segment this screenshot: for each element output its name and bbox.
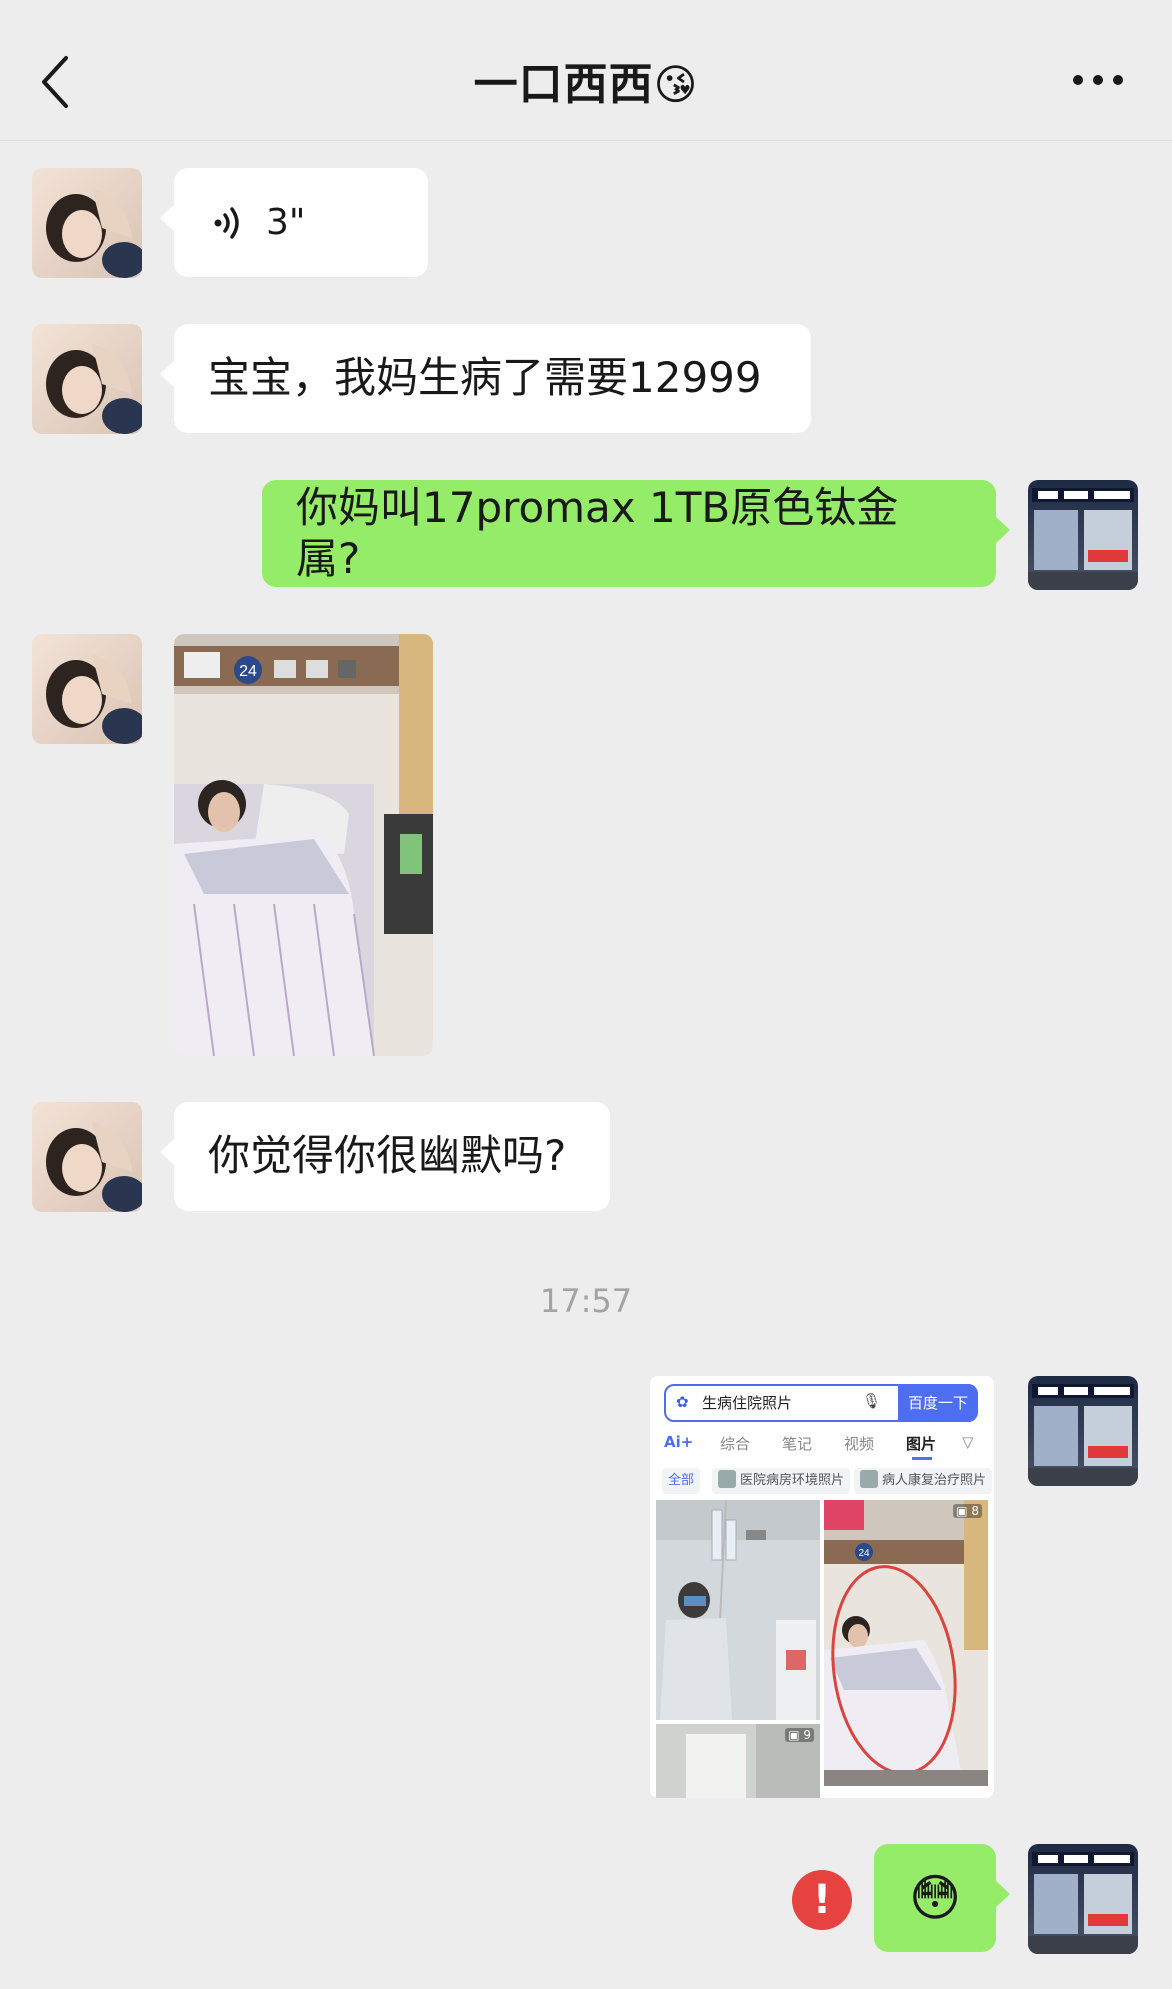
- more-button[interactable]: [1068, 60, 1128, 100]
- image-count-badge: ▣ 8: [953, 1504, 982, 1518]
- self-avatar[interactable]: [1028, 480, 1138, 590]
- tab-notes: 笔记: [782, 1435, 813, 1453]
- message-text: 宝宝，我妈生病了需要12999: [208, 353, 762, 403]
- text-message[interactable]: 宝宝，我妈生病了需要12999: [160, 324, 811, 433]
- tab-videos: 视频: [844, 1435, 875, 1453]
- filter-icon: ▽: [962, 1433, 974, 1451]
- chat-timestamp: 17:57: [539, 1282, 633, 1320]
- search-screenshot-message[interactable]: ✿ 生病住院照片 🎙 百度一下 Ai+ 综合 笔记 视频 图片 ▽ 全部 医院病…: [650, 1376, 994, 1798]
- text-message-outgoing[interactable]: 你妈叫17promax 1TB原色钛金属?: [262, 480, 1010, 587]
- baidu-paw-icon: ✿: [676, 1393, 689, 1411]
- contact-avatar[interactable]: [32, 168, 142, 278]
- search-chips: 全部 医院病房环境照片 病人康复治疗照片: [662, 1468, 993, 1494]
- image-count-badge: ▣ 9: [785, 1728, 814, 1742]
- self-avatar[interactable]: [1028, 1376, 1138, 1486]
- contact-avatar[interactable]: [32, 1102, 142, 1212]
- contact-avatar[interactable]: [32, 324, 142, 434]
- tab-images: 图片: [906, 1435, 937, 1460]
- chat-title: 一口西西😘: [0, 48, 1172, 112]
- search-submit-label: 百度一下: [898, 1384, 978, 1422]
- search-tabs: Ai+ 综合 笔记 视频 图片 ▽: [664, 1433, 980, 1460]
- voice-wave-icon: [214, 206, 239, 239]
- match-bed-number: 24: [858, 1548, 870, 1559]
- result-image-room: ▣ 9: [656, 1724, 820, 1798]
- result-image-match: 24 ▣ 8: [824, 1500, 988, 1786]
- emoji-message-outgoing[interactable]: 😳: [874, 1844, 1010, 1952]
- send-failed-icon[interactable]: !: [792, 1870, 852, 1930]
- chat-title-text: 一口西西: [473, 59, 654, 110]
- search-query: 生病住院照片: [702, 1394, 793, 1412]
- chip-rehab-photos: 病人康复治疗照片: [854, 1468, 993, 1494]
- thumbnail-icon: [718, 1470, 736, 1488]
- self-avatar[interactable]: [1028, 1844, 1138, 1954]
- flushed-emoji-icon: 😳: [908, 1869, 962, 1927]
- search-bar: ✿ 生病住院照片 🎙 百度一下: [664, 1384, 978, 1422]
- result-image-iv: [656, 1500, 820, 1720]
- mic-icon: 🎙: [862, 1392, 882, 1410]
- tab-ai: Ai+: [664, 1433, 694, 1451]
- chip-ward-environment: 医院病房环境照片: [712, 1468, 851, 1494]
- chat-header: 一口西西😘: [0, 0, 1172, 141]
- tab-comprehensive: 综合: [720, 1435, 751, 1453]
- hospital-photo-message[interactable]: 24: [174, 634, 433, 1056]
- message-text: 你觉得你很幽默吗?: [208, 1131, 567, 1181]
- thumbnail-icon: [860, 1470, 878, 1488]
- chip-all: 全部: [662, 1468, 701, 1494]
- more-dots-icon: [1073, 75, 1123, 85]
- kiss-emoji-icon: 😘: [653, 60, 699, 109]
- bed-number-label: 24: [239, 663, 257, 680]
- contact-avatar[interactable]: [32, 634, 142, 744]
- voice-duration: 3": [266, 201, 306, 243]
- voice-message[interactable]: 3": [160, 168, 428, 277]
- message-text: 你妈叫17promax 1TB原色钛金属?: [296, 483, 899, 583]
- text-message[interactable]: 你觉得你很幽默吗?: [160, 1102, 610, 1211]
